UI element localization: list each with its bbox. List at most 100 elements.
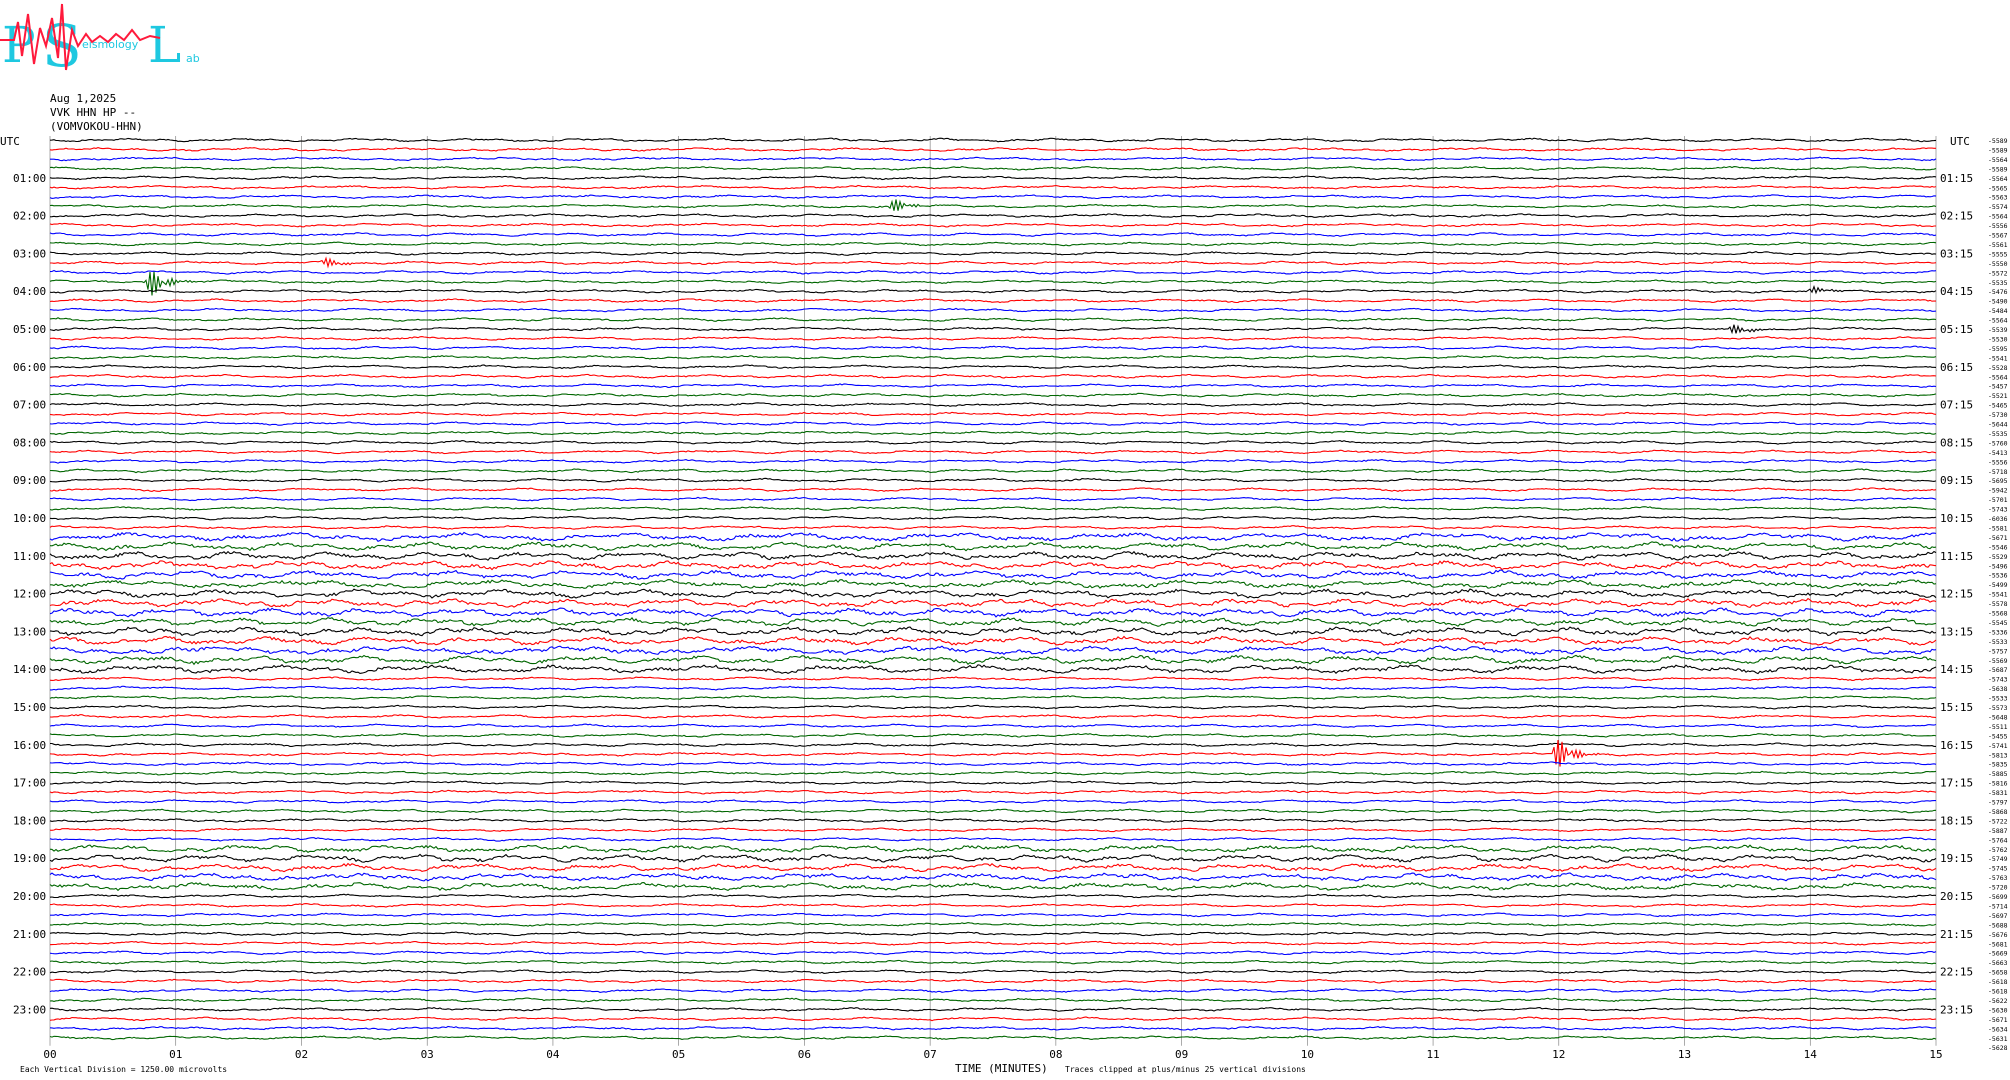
left-hour-label: 09:00 — [13, 474, 46, 487]
right-hour-label: 16:15 — [1940, 739, 1973, 752]
trace-line — [49, 978, 1937, 984]
trace-line — [49, 931, 1937, 937]
trace-offset-label: -5578 — [1988, 600, 2008, 608]
left-hour-label: 12:00 — [13, 588, 46, 601]
trace-offset-label: -5499 — [1988, 581, 2008, 589]
right-hour-label: 06:15 — [1940, 361, 1973, 374]
trace-line — [49, 1035, 1937, 1041]
x-tick-label: 11 — [1426, 1048, 1439, 1061]
trace-line — [49, 827, 1937, 833]
right-hour-label: 04:15 — [1940, 285, 1973, 298]
trace-line — [49, 922, 1937, 927]
left-hour-label: 06:00 — [13, 361, 46, 374]
trace-line — [49, 761, 1937, 766]
trace-offset-label: -5714 — [1988, 902, 2008, 910]
trace-offset-label: -5644 — [1988, 421, 2008, 429]
trace-offset-label: -5336 — [1988, 628, 2008, 636]
trace-line — [49, 213, 1937, 218]
trace-line — [49, 496, 1937, 502]
trace-offset-label: -5564 — [1988, 213, 2008, 221]
trace-offset-label: -5764 — [1988, 836, 2008, 844]
x-tick-label: 05 — [672, 1048, 685, 1061]
trace-offset-label: -5595 — [1988, 345, 2008, 353]
left-hour-labels: 01:00 02:00 03:00 04:00 05:00 06:00 07:00 08:00… — [13, 172, 46, 1017]
x-tick-label: 08 — [1049, 1048, 1062, 1061]
trace-offset-label: -5511 — [1988, 723, 2008, 731]
left-hour-label: 16:00 — [13, 739, 46, 752]
left-hour-label: 22:00 — [13, 966, 46, 979]
trace-offset-label: -5720 — [1988, 884, 2008, 892]
trace-line — [49, 808, 1937, 814]
trace-line — [49, 298, 1937, 304]
trace-offset-label: -5556 — [1988, 222, 2008, 230]
trace-line — [49, 307, 1937, 313]
x-axis-caption: TIME (MINUTES) — [955, 1062, 1048, 1075]
left-hour-label: 13:00 — [13, 625, 46, 638]
trace-line — [49, 525, 1937, 530]
trace-line — [50, 156, 1937, 162]
right-hour-label: 03:15 — [1940, 247, 1973, 260]
trace-line — [49, 997, 1937, 1003]
trace-offset-label: -5868 — [1988, 808, 2008, 816]
right-hour-label: 21:15 — [1940, 928, 1973, 941]
right-hour-label: 12:15 — [1940, 588, 1973, 601]
trace-line — [49, 222, 1936, 228]
trace-line — [49, 988, 1936, 993]
x-tick-label: 04 — [546, 1048, 560, 1061]
trace-offset-label: -5699 — [1988, 893, 2008, 901]
left-hour-label: 14:00 — [13, 663, 46, 676]
trace-line — [49, 324, 1937, 335]
trace-line — [49, 373, 1937, 379]
trace-offset-label: -5564 — [1988, 175, 2008, 183]
trace-line — [49, 468, 1937, 474]
left-hour-label: 01:00 — [13, 172, 46, 185]
trace-offset-label: -5628 — [1988, 1044, 2008, 1052]
trace-line — [50, 579, 1937, 590]
trace-line — [49, 383, 1937, 388]
trace-offset-label: -5658 — [1988, 969, 2008, 977]
trace-offset-label: -5533 — [1988, 695, 2008, 703]
right-hour-label: 05:15 — [1940, 323, 1973, 336]
trace-line — [49, 704, 1937, 710]
trace-line — [49, 950, 1937, 956]
left-hour-label: 19:00 — [13, 852, 46, 865]
trace-line — [49, 449, 1937, 455]
right-hour-label: 17:15 — [1940, 777, 1973, 790]
trace-line — [49, 872, 1937, 882]
x-tick-label: 00 — [43, 1048, 56, 1061]
trace-line — [49, 550, 1937, 561]
trace-line — [49, 597, 1937, 609]
trace-offset-label: -5561 — [1988, 241, 2008, 249]
right-hour-label: 19:15 — [1940, 852, 1973, 865]
trace-offset-label: -5630 — [1988, 1006, 2008, 1014]
trace-offset-label: -5564 — [1988, 373, 2008, 381]
x-tick-labels: 00 01 02 03 04 05 06 07 08 09 10 11 12 13 14 15 — [43, 1048, 1942, 1061]
trace-offset-label: -5555 — [1988, 250, 2008, 258]
trace-offset-label: -5618 — [1988, 978, 2008, 986]
left-hour-label: 23:00 — [13, 1003, 46, 1016]
trace-offset-label: -5741 — [1988, 742, 2008, 750]
trace-line — [49, 645, 1937, 656]
trace-line — [49, 515, 1937, 521]
left-hour-label: 11:00 — [13, 550, 46, 563]
left-hour-label: 18:00 — [13, 814, 46, 827]
x-tick-label: 06 — [798, 1048, 811, 1061]
trace-offset-label: -5465 — [1988, 402, 2008, 410]
trace-line — [49, 969, 1937, 974]
trace-offset-label: -5530 — [1988, 335, 2008, 343]
left-hour-label: 20:00 — [13, 890, 46, 903]
trace-offset-label: -5681 — [1988, 940, 2008, 948]
trace-line — [49, 184, 1937, 190]
trace-line — [49, 421, 1937, 426]
trace-offset-label: -5564 — [1988, 317, 2008, 325]
trace-line — [49, 732, 1937, 738]
left-hour-label: 05:00 — [13, 323, 46, 336]
trace-line — [49, 199, 1937, 211]
trace-offset-label: -5676 — [1988, 931, 2008, 939]
right-hour-label: 07:15 — [1940, 399, 1973, 412]
x-tick-label: 01 — [169, 1048, 182, 1061]
right-utc-label: UTC — [1950, 135, 1970, 148]
trace-offset-label: -5762 — [1988, 846, 2008, 854]
trace-offset-label: -5533 — [1988, 638, 2008, 646]
trace-offset-label: -5622 — [1988, 997, 2008, 1005]
